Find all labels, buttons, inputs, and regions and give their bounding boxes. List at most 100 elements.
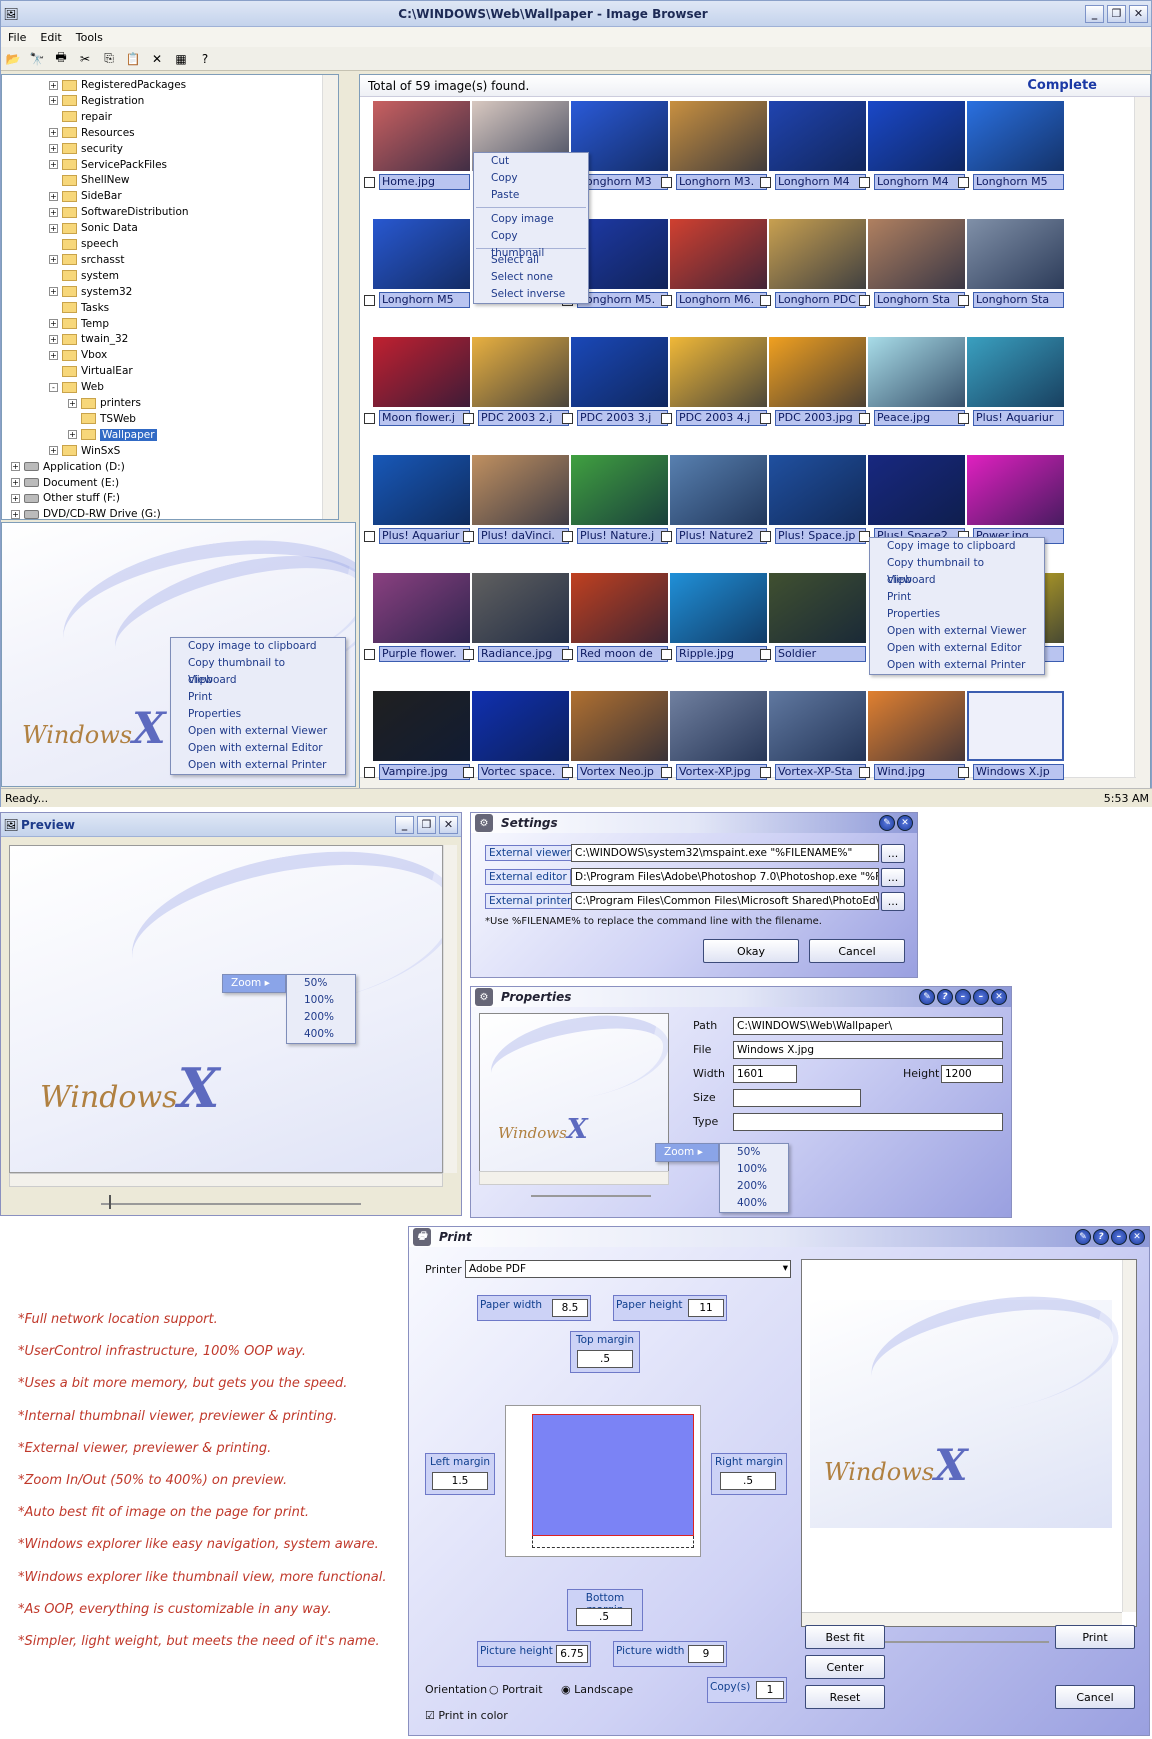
expand-icon[interactable]: + [11,509,20,519]
thumbnail-name[interactable]: Wind.jpg [874,764,965,780]
preview-minimize-button[interactable]: _ [395,815,414,834]
zoom-slider-thumb[interactable] [109,1195,111,1209]
thumbnail-image[interactable] [571,337,668,407]
copies-field[interactable]: 1 [756,1681,784,1699]
size-field[interactable] [733,1089,861,1107]
tree-node[interactable]: + DVD/CD-RW Drive (G:) [11,506,161,519]
thumbnail-name[interactable]: Plus! Nature.j [577,528,668,544]
tree-node[interactable]: repair [49,109,112,125]
thumbnail-checkbox[interactable] [760,294,771,306]
printer-select[interactable]: Adobe PDF ▾ [465,1260,791,1278]
tree-node[interactable]: - Web [49,379,104,395]
thumbnail-name[interactable]: Longhorn PDC [775,292,866,308]
thumbnail-name[interactable]: Longhorn M5 [379,292,470,308]
thumbnail-name[interactable]: Plus! Nature2 [676,528,767,544]
thumbnail-checkbox[interactable] [364,294,375,306]
external-editor-field[interactable]: D:\Program Files\Adobe\Photoshop 7.0\Pho… [571,868,879,886]
thumbnail-cell[interactable]: Plus! Space.jp [760,455,866,567]
tree-node[interactable]: Tasks [49,300,109,316]
thumbnail-cell[interactable]: Longhorn Sta [859,219,965,331]
context-menu-item[interactable]: View [171,672,345,689]
thumbnail-image[interactable] [967,455,1064,525]
thumbnail-image[interactable] [571,573,668,643]
print-button[interactable]: Print [1055,1625,1135,1649]
context-menu-item[interactable]: Copy image [474,211,588,228]
folder-up-icon[interactable]: 📂 [3,50,23,68]
expand-icon[interactable]: + [68,430,77,440]
thumbnail-image[interactable] [769,219,866,289]
thumbnail-image[interactable] [373,219,470,289]
tree-node[interactable]: + Vbox [49,347,107,363]
tree-node[interactable]: TSWeb [68,411,136,427]
thumbnail-checkbox[interactable] [859,766,870,778]
thumbnail-name[interactable]: Plus! Aquariur [973,410,1064,426]
thumbnail-cell[interactable]: Vortec space. [463,691,569,791]
tree-node[interactable]: + Application (D:) [11,459,125,475]
center-button[interactable]: Center [805,1655,885,1679]
menu-file[interactable]: File [1,31,33,44]
preview-close-button[interactable]: ✕ [439,815,458,834]
expand-icon[interactable]: + [49,350,58,360]
tree-node[interactable]: VirtualEar [49,363,133,379]
thumbnail-checkbox[interactable] [661,648,672,660]
thumbnail-cell[interactable]: Ripple.jpg [661,573,767,685]
tree-node[interactable]: + SoftwareDistribution [49,204,189,220]
thumbnail-checkbox[interactable] [562,766,573,778]
context-menu-item[interactable]: Open with external Printer [870,657,1044,674]
thumbnail-name[interactable]: Plus! Aquariur [379,528,470,544]
thumbnail-checkbox[interactable] [661,530,672,542]
thumbnail-image[interactable] [868,337,965,407]
preview-vscrollbar[interactable] [443,845,457,1173]
thumbnail-image[interactable] [670,101,767,171]
thumbnail-cell[interactable]: Wind.jpg [859,691,965,791]
thumbnail-checkbox[interactable] [760,176,771,188]
right-margin-field[interactable]: .5 [720,1472,776,1490]
context-menu-item[interactable]: Open with external Viewer [171,723,345,740]
thumbnail-image[interactable] [373,691,470,761]
delete-icon[interactable]: ✕ [147,50,167,68]
thumbnail-checkbox[interactable] [364,412,375,424]
thumbnail-image[interactable] [769,101,866,171]
thumbnail-name[interactable]: Purple flower. [379,646,470,662]
thumbnail-cell[interactable]: Vortex-XP-Sta [760,691,866,791]
portrait-radio[interactable]: ○ Portrait [489,1683,543,1696]
thumbnail-name[interactable]: Vortec space. [478,764,569,780]
expand-icon[interactable]: + [49,223,58,233]
thumbnail-name[interactable]: Soldier [775,646,866,662]
context-menu-item[interactable]: Print [171,689,345,706]
properties-hscrollbar[interactable] [479,1171,669,1185]
minimize-icon[interactable]: – [955,989,971,1005]
expand-icon[interactable]: + [49,334,58,344]
thumbnail-name[interactable]: Radiance.jpg [478,646,569,662]
tree-node[interactable]: + Other stuff (F:) [11,490,120,506]
thumbnail-checkbox[interactable] [562,530,573,542]
thumbnail-name[interactable]: Longhorn M5. [577,292,668,308]
thumbnail-checkbox[interactable] [562,412,573,424]
thumbnail-name[interactable]: Plus! daVinci. [478,528,569,544]
paste-icon[interactable]: 📋 [123,50,143,68]
thumbnail-name[interactable]: PDC 2003 4.j [676,410,767,426]
external-printer-field[interactable]: C:\Program Files\Common Files\Microsoft … [571,892,879,910]
thumbnail-image[interactable] [769,337,866,407]
thumbnail-image[interactable] [472,455,569,525]
thumbnail-name[interactable]: Vortex-XP.jpg [676,764,767,780]
zoom-slider-track[interactable] [101,1203,361,1205]
context-menu-item[interactable]: Open with external Printer [171,757,345,774]
thumbnail-cell[interactable]: Longhorn M4 [760,101,866,213]
expand-icon[interactable]: + [49,80,58,90]
thumbnail-name[interactable]: Longhorn Sta [973,292,1064,308]
thumbnail-name[interactable]: Plus! Space.jp [775,528,866,544]
picture-height-field[interactable]: 6.75 [556,1645,588,1663]
thumbnail-cell[interactable]: Plus! Nature2 [661,455,767,567]
close-button[interactable]: ✕ [1129,4,1148,23]
zoom-menu-item[interactable]: Zoom ▸ [655,1143,719,1162]
thumbnail-checkbox[interactable] [760,412,771,424]
thumbnail-image[interactable] [769,691,866,761]
thumbnail-image[interactable] [373,101,470,171]
thumbnail-checkbox[interactable] [958,412,969,424]
thumbnail-cell[interactable]: Peace.jpg [859,337,965,449]
height-field[interactable]: 1200 [941,1065,1003,1083]
thumbnail-name[interactable]: Red moon de [577,646,668,662]
paper-height-field[interactable]: 11 [688,1299,724,1317]
thumbnail-name[interactable]: Vortex Neo.jp [577,764,668,780]
